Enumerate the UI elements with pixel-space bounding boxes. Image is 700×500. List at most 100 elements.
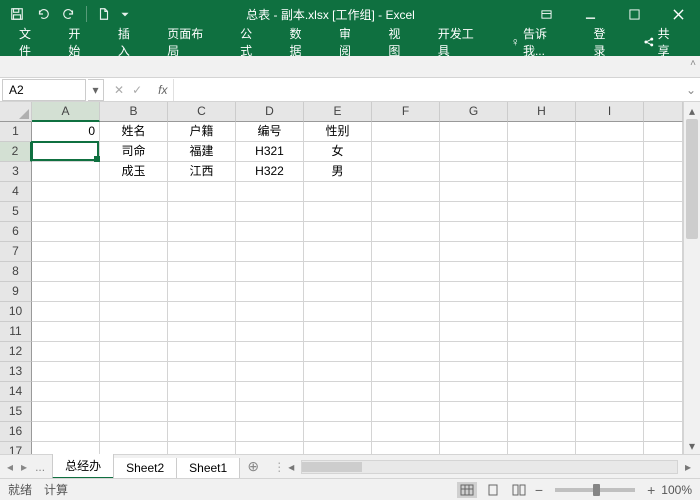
- cell[interactable]: [168, 402, 236, 422]
- cell[interactable]: [32, 142, 100, 162]
- cell[interactable]: [236, 362, 304, 382]
- cell[interactable]: 福建: [168, 142, 236, 162]
- cell[interactable]: [32, 302, 100, 322]
- cell[interactable]: [372, 122, 440, 142]
- cell[interactable]: 户籍: [168, 122, 236, 142]
- cell[interactable]: [508, 362, 576, 382]
- cell[interactable]: [304, 442, 372, 454]
- cell[interactable]: [440, 262, 508, 282]
- cell[interactable]: [576, 282, 644, 302]
- tab-layout[interactable]: 页面布局: [154, 28, 227, 56]
- row-header[interactable]: 15: [0, 402, 32, 422]
- fx-icon[interactable]: fx: [152, 83, 173, 97]
- cell[interactable]: [508, 442, 576, 454]
- cell[interactable]: [304, 302, 372, 322]
- cell[interactable]: [576, 322, 644, 342]
- cell[interactable]: [32, 222, 100, 242]
- cell[interactable]: [304, 282, 372, 302]
- cell[interactable]: [100, 442, 168, 454]
- zoom-level[interactable]: 100%: [661, 483, 692, 497]
- col-header[interactable]: G: [440, 102, 508, 122]
- cell[interactable]: 司命: [100, 142, 168, 162]
- ribbon-options-icon[interactable]: [524, 0, 568, 28]
- tab-data[interactable]: 数据: [277, 28, 326, 56]
- cell[interactable]: [508, 122, 576, 142]
- zoom-thumb[interactable]: [593, 484, 600, 496]
- save-icon[interactable]: [6, 3, 28, 25]
- cell[interactable]: [32, 442, 100, 454]
- sheet-next-icon[interactable]: ▸: [18, 458, 30, 476]
- hscroll-thumb[interactable]: [302, 462, 362, 472]
- new-file-icon[interactable]: [93, 3, 115, 25]
- cell[interactable]: [508, 302, 576, 322]
- cell[interactable]: [440, 242, 508, 262]
- cell[interactable]: H321: [236, 142, 304, 162]
- scroll-track[interactable]: [684, 119, 700, 437]
- tab-dev[interactable]: 开发工具: [425, 28, 498, 56]
- cell[interactable]: [372, 262, 440, 282]
- undo-icon[interactable]: [32, 3, 54, 25]
- cell[interactable]: [508, 162, 576, 182]
- cell[interactable]: [304, 322, 372, 342]
- cell[interactable]: [32, 402, 100, 422]
- cell[interactable]: [100, 282, 168, 302]
- cell[interactable]: [304, 222, 372, 242]
- cell[interactable]: [372, 362, 440, 382]
- row-header[interactable]: 1: [0, 122, 32, 142]
- cell[interactable]: [236, 442, 304, 454]
- add-sheet-icon[interactable]: ⊕: [239, 458, 267, 475]
- cell[interactable]: [372, 142, 440, 162]
- cell[interactable]: [304, 202, 372, 222]
- cell[interactable]: [508, 382, 576, 402]
- cell[interactable]: [32, 262, 100, 282]
- cell[interactable]: [508, 282, 576, 302]
- cell[interactable]: [100, 322, 168, 342]
- col-header[interactable]: I: [576, 102, 644, 122]
- sheet-nav[interactable]: ◂▸...: [0, 458, 52, 476]
- row-header[interactable]: 17: [0, 442, 32, 454]
- cell[interactable]: [236, 402, 304, 422]
- cell[interactable]: [576, 182, 644, 202]
- row-header[interactable]: 13: [0, 362, 32, 382]
- cell[interactable]: [508, 322, 576, 342]
- cell[interactable]: 女: [304, 142, 372, 162]
- cell[interactable]: [32, 202, 100, 222]
- cell[interactable]: [440, 302, 508, 322]
- redo-icon[interactable]: [58, 3, 80, 25]
- cell[interactable]: [168, 262, 236, 282]
- cell[interactable]: [576, 402, 644, 422]
- cell[interactable]: [372, 342, 440, 362]
- zoom-in-icon[interactable]: +: [647, 482, 655, 498]
- cell[interactable]: [100, 402, 168, 422]
- cell[interactable]: [32, 342, 100, 362]
- hscroll-left-icon[interactable]: ◂: [285, 460, 297, 474]
- cell[interactable]: [236, 322, 304, 342]
- cell[interactable]: [372, 202, 440, 222]
- cell[interactable]: [440, 142, 508, 162]
- cell[interactable]: [236, 422, 304, 442]
- cell[interactable]: [372, 322, 440, 342]
- cell[interactable]: [304, 182, 372, 202]
- cell[interactable]: [508, 222, 576, 242]
- maximize-icon[interactable]: [612, 0, 656, 28]
- cell[interactable]: [304, 362, 372, 382]
- cell[interactable]: [372, 222, 440, 242]
- vertical-scrollbar[interactable]: ▴ ▾: [683, 102, 700, 454]
- cell[interactable]: [168, 382, 236, 402]
- column-headers[interactable]: ABCDEFGHI: [32, 102, 683, 122]
- cell[interactable]: 江西: [168, 162, 236, 182]
- cell[interactable]: [508, 422, 576, 442]
- cell[interactable]: [440, 422, 508, 442]
- col-header[interactable]: A: [32, 102, 100, 122]
- sheet-tab-2[interactable]: Sheet2: [113, 458, 177, 479]
- cell[interactable]: [236, 262, 304, 282]
- cell[interactable]: [168, 422, 236, 442]
- row-header[interactable]: 9: [0, 282, 32, 302]
- cell[interactable]: [32, 362, 100, 382]
- cell[interactable]: [372, 182, 440, 202]
- cell[interactable]: [32, 182, 100, 202]
- cell[interactable]: [576, 382, 644, 402]
- cell[interactable]: [100, 342, 168, 362]
- cell[interactable]: [168, 202, 236, 222]
- row-header[interactable]: 12: [0, 342, 32, 362]
